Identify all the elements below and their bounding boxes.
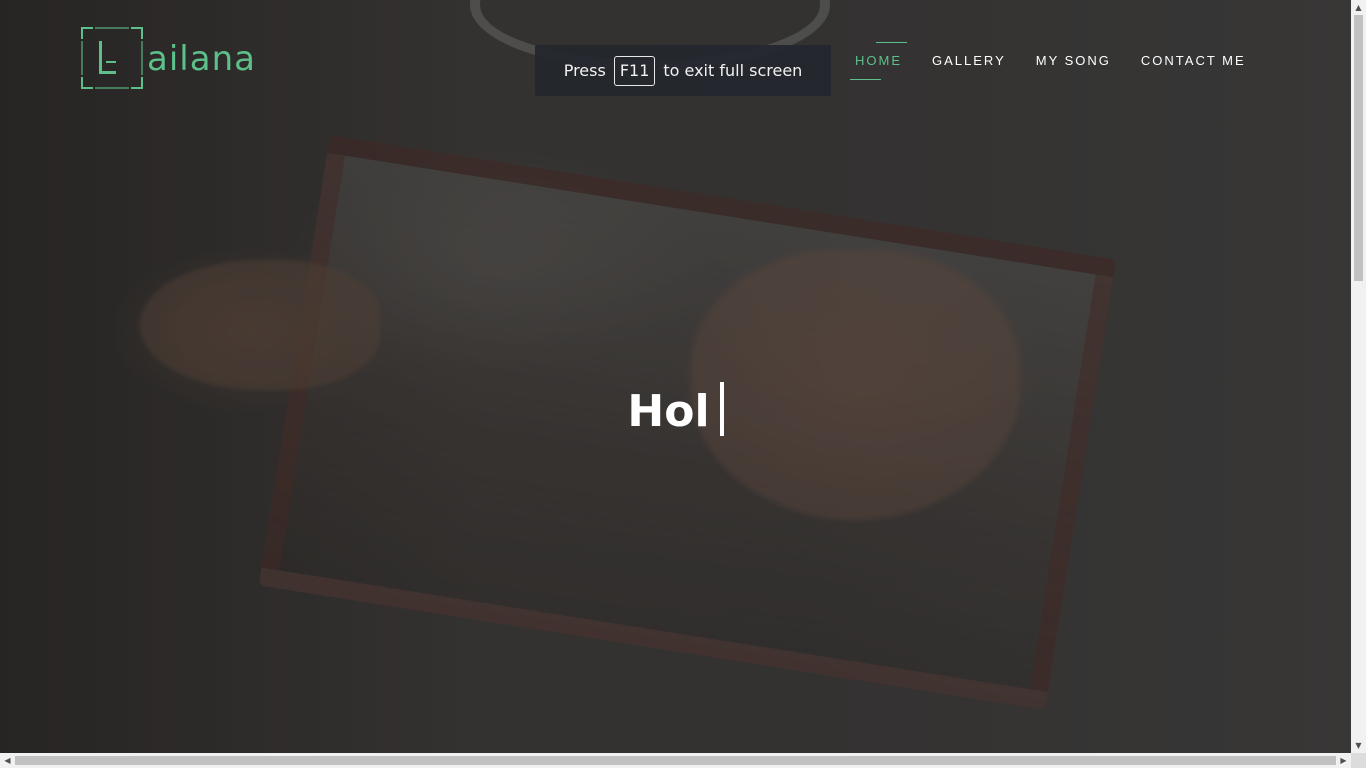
fullscreen-notice-suffix: to exit full screen <box>663 61 803 80</box>
vertical-scrollbar[interactable]: ▲ ▼ <box>1351 0 1366 753</box>
nav-item-gallery[interactable]: GALLERY <box>917 42 1021 80</box>
logo-text: ailana <box>147 39 256 79</box>
hero-overlay <box>0 0 1351 753</box>
fullscreen-exit-notice: Press F11 to exit full screen <box>535 45 831 96</box>
triangle-right-icon[interactable]: ▶ <box>1336 753 1351 768</box>
triangle-left-icon[interactable]: ◀ <box>0 753 15 768</box>
nav-item-home[interactable]: HOME <box>840 42 917 80</box>
fullscreen-key-badge: F11 <box>613 55 656 86</box>
horizontal-scrollbar-thumb[interactable] <box>15 756 1336 765</box>
typing-cursor <box>719 382 724 437</box>
hero-typed-heading: Hol <box>0 381 1351 443</box>
logo-mark-icon <box>81 27 143 89</box>
nav-item-contact-me[interactable]: CONTACT ME <box>1126 42 1261 80</box>
page-viewport: ailana Press F11 to exit full screen HOM… <box>0 0 1351 753</box>
vertical-scrollbar-thumb[interactable] <box>1354 15 1363 281</box>
hero-typed-text: Hol <box>627 386 710 438</box>
fullscreen-notice-prefix: Press <box>563 61 606 80</box>
site-logo[interactable]: ailana <box>81 26 256 90</box>
horizontal-scrollbar[interactable]: ◀ ▶ <box>0 753 1351 768</box>
main-navigation: HOME GALLERY MY SONG CONTACT ME <box>840 42 1261 80</box>
triangle-down-icon[interactable]: ▼ <box>1351 738 1366 753</box>
nav-item-my-song[interactable]: MY SONG <box>1021 42 1126 80</box>
scrollbar-corner <box>1351 753 1366 768</box>
triangle-up-icon[interactable]: ▲ <box>1351 0 1366 15</box>
